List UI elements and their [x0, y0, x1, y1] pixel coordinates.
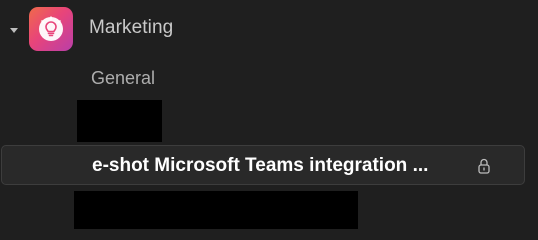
team-name: Marketing [89, 17, 174, 38]
channel-general[interactable]: General [91, 68, 155, 89]
redacted-channel [74, 191, 358, 229]
team-avatar [29, 7, 73, 51]
caret-down-icon[interactable] [8, 24, 20, 36]
redacted-channel [77, 100, 162, 142]
lock-icon [478, 158, 490, 174]
lightbulb-icon [39, 16, 63, 41]
channel-label: e-shot Microsoft Teams integration ... [92, 155, 429, 176]
team-header-marketing[interactable]: Marketing [0, 0, 538, 60]
channel-eshot-teams-integration[interactable]: e-shot Microsoft Teams integration ... [1, 145, 525, 185]
